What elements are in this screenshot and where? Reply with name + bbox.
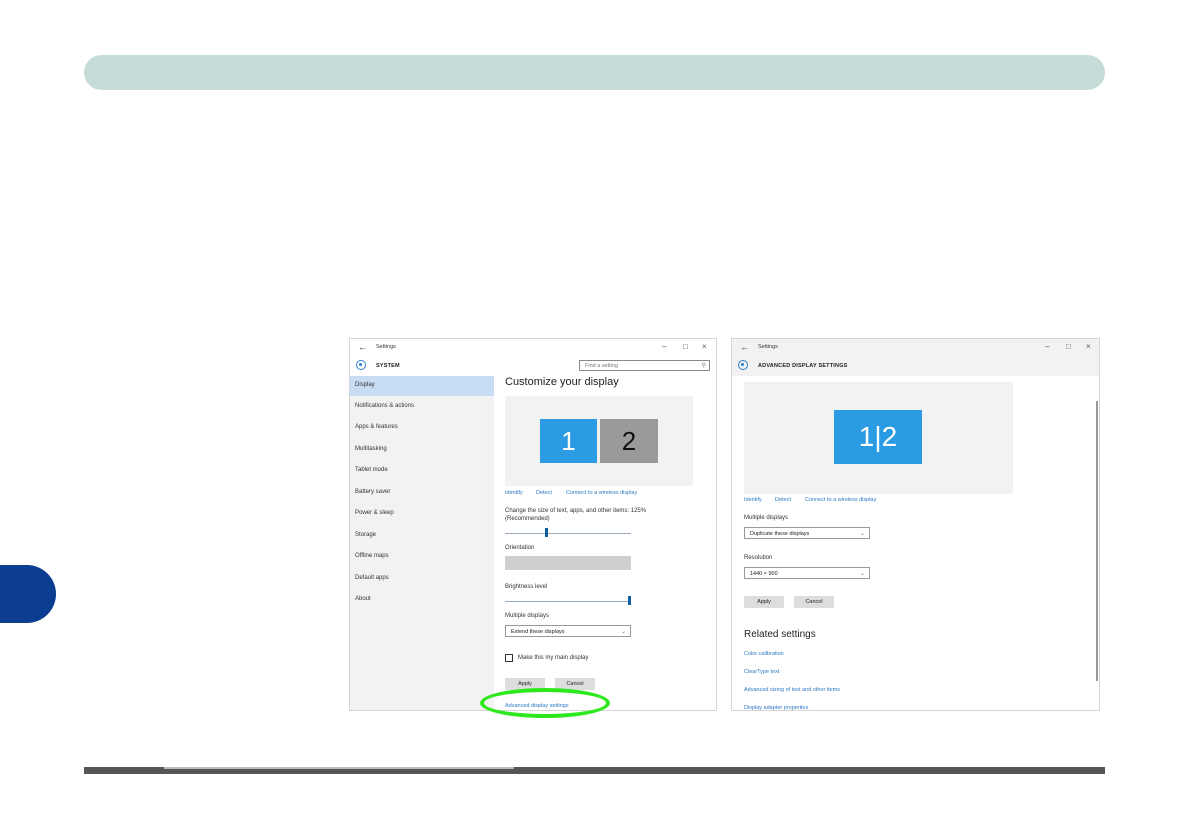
section-title: SYSTEM <box>376 363 400 369</box>
chevron-down-icon: ⌄ <box>859 571 865 577</box>
wireless-display-link[interactable]: Connect to a wireless display <box>805 497 876 503</box>
scale-slider[interactable] <box>505 533 631 534</box>
settings-window-display: ← Settings – □ × SYSTEM Find a setting ⚲… <box>349 338 717 711</box>
advanced-content: 1|2 Identify Detect Connect to a wireles… <box>732 376 1099 710</box>
scale-slider-thumb[interactable] <box>545 528 548 537</box>
minimize-icon[interactable]: – <box>1045 342 1049 351</box>
brightness-slider[interactable] <box>505 601 631 602</box>
detect-link[interactable]: Detect <box>536 490 552 496</box>
resolution-value: 1440 × 900 <box>750 571 778 577</box>
sidebar-item-power-sleep[interactable]: Power & sleep <box>350 504 494 524</box>
resolution-select[interactable]: 1440 × 900 ⌄ <box>744 567 870 579</box>
sidebar-item-offline-maps[interactable]: Offline maps <box>350 547 494 567</box>
identify-link[interactable]: Identify <box>505 490 523 496</box>
sidebar-item-notifications[interactable]: Notifications & actions <box>350 397 494 417</box>
back-arrow-icon[interactable]: ← <box>740 343 749 352</box>
search-input[interactable]: Find a setting ⚲ <box>579 360 710 371</box>
section-header: SYSTEM Find a setting ⚲ <box>350 357 716 376</box>
monitor-duplicate[interactable]: 1|2 <box>834 410 922 464</box>
detect-link[interactable]: Detect <box>775 497 791 503</box>
sidebar-item-about[interactable]: About <box>350 590 494 610</box>
sidebar-item-multitasking[interactable]: Multitasking <box>350 440 494 460</box>
main-display-checkbox[interactable] <box>505 654 513 662</box>
apply-button[interactable]: Apply <box>744 596 784 608</box>
section-header: ADVANCED DISPLAY SETTINGS <box>732 357 1099 376</box>
window-title: Settings <box>758 344 778 350</box>
footer-rule <box>84 767 1105 774</box>
monitor-2[interactable]: 2 <box>600 419 658 463</box>
multiple-displays-select[interactable]: Duplicate these displays ⌄ <box>744 527 870 539</box>
cancel-button[interactable]: Cancel <box>794 596 834 608</box>
section-title: ADVANCED DISPLAY SETTINGS <box>758 363 848 369</box>
display-arrangement: 1 2 <box>505 396 693 486</box>
resolution-label: Resolution <box>744 555 773 561</box>
chevron-down-icon: ⌄ <box>620 629 626 635</box>
orientation-select <box>505 556 631 570</box>
scale-label: Change the size of text, apps, and other… <box>505 508 647 522</box>
related-settings-heading: Related settings <box>744 629 816 640</box>
title-bar: ← Settings – □ × <box>732 339 1099 357</box>
settings-window-advanced: ← Settings – □ × ADVANCED DISPLAY SETTIN… <box>731 338 1100 711</box>
sidebar: Display Notifications & actions Apps & f… <box>350 376 494 710</box>
adapter-properties-link[interactable]: Display adapter properties <box>744 705 808 710</box>
header-band <box>84 55 1105 90</box>
gear-icon <box>356 360 366 370</box>
advanced-sizing-link[interactable]: Advanced sizing of text and other items <box>744 687 840 693</box>
window-title: Settings <box>376 344 396 350</box>
maximize-icon[interactable]: □ <box>683 342 688 351</box>
sidebar-item-battery-saver[interactable]: Battery saver <box>350 483 494 503</box>
title-bar: ← Settings – □ × <box>350 339 716 357</box>
multiple-displays-select[interactable]: Extend these displays ⌄ <box>505 625 631 637</box>
brightness-slider-thumb[interactable] <box>628 596 631 605</box>
identify-link[interactable]: Identify <box>744 497 762 503</box>
cleartype-link[interactable]: ClearType text <box>744 669 779 675</box>
chevron-down-icon: ⌄ <box>859 531 865 537</box>
gear-icon <box>738 360 748 370</box>
back-arrow-icon[interactable]: ← <box>358 343 367 352</box>
multiple-displays-value: Duplicate these displays <box>750 531 810 537</box>
multiple-displays-label: Multiple displays <box>505 613 550 619</box>
wireless-display-link[interactable]: Connect to a wireless display <box>566 490 637 496</box>
sidebar-item-display[interactable]: Display <box>350 376 494 396</box>
monitor-1[interactable]: 1 <box>540 419 597 463</box>
scrollbar[interactable] <box>1096 401 1098 681</box>
main-display-label: Make this my main display <box>518 655 589 661</box>
orientation-label: Orientation <box>505 545 535 551</box>
highlight-oval <box>480 688 610 718</box>
color-calibration-link[interactable]: Color calibration <box>744 651 784 657</box>
chapter-tab <box>0 565 56 623</box>
brightness-label: Brightness level <box>505 584 548 590</box>
sidebar-item-tablet-mode[interactable]: Tablet mode <box>350 461 494 481</box>
minimize-icon[interactable]: – <box>662 342 666 351</box>
display-arrangement: 1|2 <box>744 382 1013 494</box>
multiple-displays-value: Extend these displays <box>511 629 565 635</box>
close-icon[interactable]: × <box>1086 342 1091 351</box>
maximize-icon[interactable]: □ <box>1066 342 1071 351</box>
sidebar-item-default-apps[interactable]: Default apps <box>350 569 494 589</box>
sidebar-item-apps[interactable]: Apps & features <box>350 418 494 438</box>
search-placeholder: Find a setting <box>585 363 619 369</box>
search-icon: ⚲ <box>701 363 706 369</box>
page-title: Customize your display <box>505 376 619 388</box>
multiple-displays-label: Multiple displays <box>744 515 789 521</box>
sidebar-item-storage[interactable]: Storage <box>350 526 494 546</box>
close-icon[interactable]: × <box>702 342 707 351</box>
display-content: Customize your display 1 2 Identify Dete… <box>495 376 716 710</box>
footer-rule-highlight <box>164 767 514 769</box>
